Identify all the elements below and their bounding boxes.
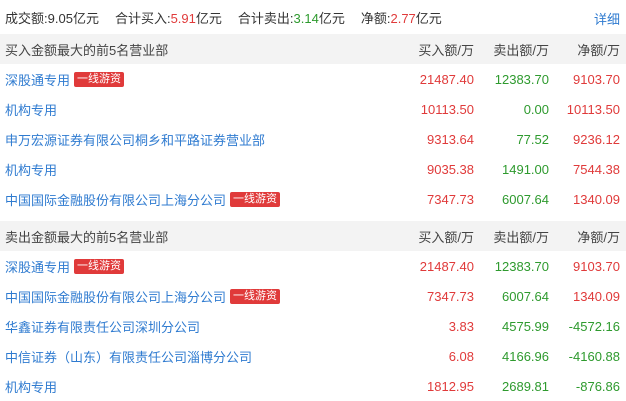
sell-amount-cell: 0.00	[523, 101, 549, 117]
buy-amount-cell: 21487.40	[419, 258, 474, 274]
department-link[interactable]: 中国国际金融股份有限公司上海分公司	[5, 190, 226, 209]
turnover-number: 9.05	[47, 10, 73, 26]
turnover-value: 9.05亿元	[48, 8, 99, 27]
department-link[interactable]: 机构专用	[5, 160, 57, 179]
trader-tag-badge: 一线游资	[74, 258, 125, 274]
net-number: 2.77	[390, 10, 416, 26]
department-link[interactable]: 华鑫证券有限责任公司深圳分公司	[5, 317, 200, 336]
table-row[interactable]: 中国国际金融股份有限公司上海分公司 一线游资 7347.73 6007.64 1340.…	[0, 184, 626, 214]
net-amount-cell: 1340.09	[573, 288, 620, 304]
table-row[interactable]: 机构专用 1812.95 2689.81 -876.86	[0, 371, 626, 401]
buy-table-body: 深股通专用 一线游资 21487.40 12383.70 9103.70 机构专用 1011…	[0, 64, 626, 214]
buy-amount-cell: 1812.95	[427, 378, 474, 394]
sell-section-header: 卖出金额最大的前5名营业部 买入额/万 卖出额/万 净额/万	[0, 221, 626, 251]
net-amount-cell: 1340.09	[573, 191, 620, 207]
sell-amount-cell: 6007.64	[502, 288, 549, 304]
table-row[interactable]: 深股通专用 一线游资 21487.40 12383.70 9103.70	[0, 64, 626, 94]
sell-amount-cell: 4575.99	[502, 318, 549, 334]
table-row[interactable]: 机构专用 9035.38 1491.00 7544.38	[0, 154, 626, 184]
net-amount-cell: 7544.38	[573, 161, 620, 177]
trader-tag-badge: 一线游资	[230, 191, 281, 207]
table-row[interactable]: 机构专用 10113.50 0.00 10113.50	[0, 94, 626, 124]
sell-section-title: 卖出金额最大的前5名营业部	[5, 229, 169, 245]
buy-total-unit: 亿元	[195, 10, 222, 26]
column-header-net: 净额/万	[577, 42, 620, 58]
row-name-cell: 机构专用	[0, 377, 394, 396]
buy-section-title: 买入金额最大的前5名营业部	[5, 42, 169, 58]
sell-total-number: 3.14	[293, 10, 319, 26]
buy-amount-cell: 6.08	[448, 348, 474, 364]
sell-section: 卖出金额最大的前5名营业部 买入额/万 卖出额/万 净额/万 深股通专用 一线游资…	[0, 221, 626, 401]
sell-amount-cell: 77.52	[516, 131, 549, 147]
buy-amount-cell: 21487.40	[419, 71, 474, 87]
column-header-buy: 买入额/万	[418, 229, 474, 245]
sell-total-unit: 亿元	[318, 10, 345, 26]
department-link[interactable]: 中国国际金融股份有限公司上海分公司	[5, 287, 226, 306]
department-link[interactable]: 申万宏源证券有限公司桐乡和平路证券营业部	[5, 130, 265, 149]
buy-total-label: 合计买入:	[114, 10, 171, 26]
buy-amount-cell: 3.83	[448, 318, 474, 334]
row-name-cell: 申万宏源证券有限公司桐乡和平路证券营业部	[0, 130, 394, 149]
column-header-net: 净额/万	[577, 229, 620, 245]
summary-bar: 成交额: 9.05亿元 合计买入: 5.91亿元 合计卖出: 3.14亿元 净额…	[0, 0, 626, 34]
sell-amount-cell: 4166.96	[502, 348, 549, 364]
net-amount-cell: 9103.70	[573, 258, 620, 274]
sell-amount-cell: 12383.70	[494, 71, 549, 87]
detail-link[interactable]: 详细	[594, 9, 620, 28]
table-row[interactable]: 中信证券（山东）有限责任公司淄博分公司 6.08 4166.96 -4160.88	[0, 341, 626, 371]
sell-amount-cell: 1491.00	[502, 161, 549, 177]
row-name-cell: 中国国际金融股份有限公司上海分公司 一线游资	[0, 287, 394, 306]
department-link[interactable]: 机构专用	[5, 100, 57, 119]
table-row[interactable]: 申万宏源证券有限公司桐乡和平路证券营业部 9313.64 77.52 9236.12	[0, 124, 626, 154]
buy-amount-cell: 7347.73	[427, 191, 474, 207]
row-name-cell: 机构专用	[0, 100, 394, 119]
buy-amount-cell: 9313.64	[427, 131, 474, 147]
buy-amount-cell: 9035.38	[427, 161, 474, 177]
net-amount-cell: 9103.70	[573, 71, 620, 87]
turnover-label: 成交额:	[5, 10, 48, 26]
row-name-cell: 深股通专用 一线游资	[0, 70, 394, 89]
sell-amount-cell: 2689.81	[502, 378, 549, 394]
column-header-sell: 卖出额/万	[493, 229, 549, 245]
row-name-cell: 中信证券（山东）有限责任公司淄博分公司	[0, 347, 394, 366]
sell-total-label: 合计卖出:	[237, 10, 294, 26]
department-link[interactable]: 机构专用	[5, 377, 57, 396]
department-link[interactable]: 深股通专用	[5, 257, 70, 276]
buy-total-value: 5.91亿元	[171, 8, 222, 27]
buy-amount-cell: 7347.73	[427, 288, 474, 304]
table-row[interactable]: 华鑫证券有限责任公司深圳分公司 3.83 4575.99 -4572.16	[0, 311, 626, 341]
net-label: 净额:	[360, 10, 391, 26]
sell-amount-cell: 12383.70	[494, 258, 549, 274]
sell-table-body: 深股通专用 一线游资 21487.40 12383.70 9103.70 中国国际金融股份…	[0, 251, 626, 401]
net-amount-cell: -876.86	[575, 378, 620, 394]
row-name-cell: 中国国际金融股份有限公司上海分公司 一线游资	[0, 190, 394, 209]
net-unit: 亿元	[415, 10, 442, 26]
net-amount-cell: 10113.50	[566, 101, 620, 117]
row-name-cell: 深股通专用 一线游资	[0, 257, 394, 276]
row-name-cell: 机构专用	[0, 160, 394, 179]
trader-tag-badge: 一线游资	[74, 71, 125, 87]
row-name-cell: 华鑫证券有限责任公司深圳分公司	[0, 317, 394, 336]
net-amount-cell: -4572.16	[568, 318, 620, 334]
department-link[interactable]: 中信证券（山东）有限责任公司淄博分公司	[5, 347, 252, 366]
buy-total-number: 5.91	[170, 10, 196, 26]
trader-tag-badge: 一线游资	[230, 288, 281, 304]
net-amount-cell: 9236.12	[573, 131, 620, 147]
sell-total-value: 3.14亿元	[294, 8, 345, 27]
column-header-sell: 卖出额/万	[493, 42, 549, 58]
net-amount-cell: -4160.88	[568, 348, 620, 364]
buy-amount-cell: 10113.50	[420, 101, 474, 117]
table-row[interactable]: 中国国际金融股份有限公司上海分公司 一线游资 7347.73 6007.64 1340.…	[0, 281, 626, 311]
department-link[interactable]: 深股通专用	[5, 70, 70, 89]
column-header-buy: 买入额/万	[418, 42, 474, 58]
turnover-unit: 亿元	[72, 10, 99, 26]
net-value: 2.77亿元	[390, 8, 441, 27]
table-row[interactable]: 深股通专用 一线游资 21487.40 12383.70 9103.70	[0, 251, 626, 281]
buy-section: 买入金额最大的前5名营业部 买入额/万 卖出额/万 净额/万 深股通专用 一线游资…	[0, 34, 626, 214]
sell-amount-cell: 6007.64	[502, 191, 549, 207]
buy-section-header: 买入金额最大的前5名营业部 买入额/万 卖出额/万 净额/万	[0, 34, 626, 64]
